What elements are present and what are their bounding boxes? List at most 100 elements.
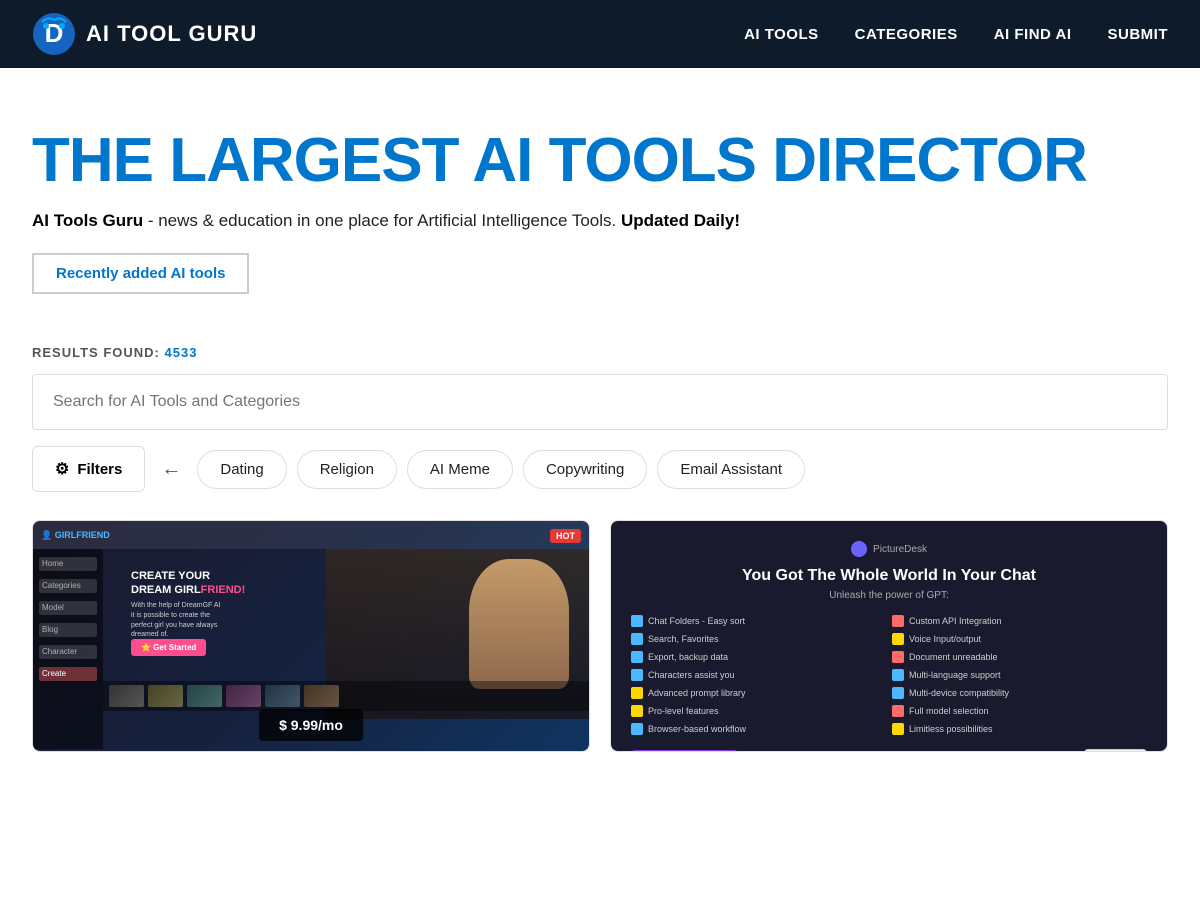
feat-5: Export, backup data: [631, 651, 886, 663]
card2-bottom: Start Now → Free: [631, 749, 1147, 751]
card2-features: Chat Folders - Easy sort Custom API Inte…: [631, 615, 1147, 735]
feat-3: Search, Favorites: [631, 633, 886, 645]
search-input[interactable]: [33, 375, 1167, 429]
feat-icon-10: [892, 687, 904, 699]
feat-7: Characters assist you: [631, 669, 886, 681]
card1-price-badge: $ 9.99/mo: [259, 709, 363, 741]
card1-hot-badge: HOT: [550, 529, 581, 543]
tool-card-2[interactable]: PictureDesk You Got The Whole World In Y…: [610, 520, 1168, 752]
card1-logo-tag: 👤 GIRLFRIEND: [41, 530, 110, 541]
search-bar-container: [32, 374, 1168, 430]
feat-9: Advanced prompt library: [631, 687, 886, 699]
feat-label-9: Advanced prompt library: [648, 688, 746, 698]
card1-mockup: 👤 GIRLFRIEND Home Categories Model Blog …: [33, 521, 589, 751]
card2-title: You Got The Whole World In Your Chat: [631, 567, 1147, 585]
thumb-4: [226, 685, 261, 707]
nav-links: AI TOOLS CATEGORIES AI FIND AI SUBMIT: [744, 26, 1168, 43]
feat-label-13: Browser-based workflow: [648, 724, 746, 734]
feat-icon-13: [631, 723, 643, 735]
results-section: RESULTS FOUND: 4533: [0, 324, 1200, 362]
feat-4: Voice Input/output: [892, 633, 1147, 645]
feat-label-8: Multi-language support: [909, 670, 1001, 680]
feat-label-12: Full model selection: [909, 706, 989, 716]
logo-icon: D: [32, 12, 76, 56]
feat-label-3: Search, Favorites: [648, 634, 719, 644]
feat-13: Browser-based workflow: [631, 723, 886, 735]
card2-brand-text: PictureDesk: [873, 544, 927, 555]
feat-label-11: Pro-level features: [648, 706, 719, 716]
card1-screenshot: 👤 GIRLFRIEND Home Categories Model Blog …: [33, 521, 589, 751]
feat-label-1: Chat Folders - Easy sort: [648, 616, 745, 626]
feat-10: Multi-device compatibility: [892, 687, 1147, 699]
card2-mockup: PictureDesk You Got The Whole World In Y…: [611, 521, 1167, 751]
filter-label: Filters: [77, 461, 122, 478]
nav-categories[interactable]: CATEGORIES: [855, 26, 958, 43]
feat-icon-5: [631, 651, 643, 663]
nav-ai-find-ai[interactable]: AI FIND AI: [994, 26, 1072, 43]
feat-icon-12: [892, 705, 904, 717]
thumb-3: [187, 685, 222, 707]
thumb-5: [265, 685, 300, 707]
category-copywriting[interactable]: Copywriting: [523, 450, 647, 489]
sidebar-categories: Categories: [39, 579, 97, 593]
start-now-button[interactable]: Start Now →: [631, 750, 738, 751]
feat-label-4: Voice Input/output: [909, 634, 981, 644]
feat-label-5: Export, backup data: [648, 652, 728, 662]
feat-label-14: Limitless possibilities: [909, 724, 993, 734]
feat-6: Document unreadable: [892, 651, 1147, 663]
card1-woman: [469, 559, 569, 689]
feat-1: Chat Folders - Easy sort: [631, 615, 886, 627]
feat-label-10: Multi-device compatibility: [909, 688, 1009, 698]
category-email-assistant[interactable]: Email Assistant: [657, 450, 805, 489]
thumb-1: [109, 685, 144, 707]
card1-line1: CREATE YOUR: [131, 569, 245, 583]
feat-12: Full model selection: [892, 705, 1147, 717]
feat-2: Custom API Integration: [892, 615, 1147, 627]
prev-category-button[interactable]: ←: [155, 450, 187, 489]
navbar: D AI TOOL GURU AI TOOLS CATEGORIES AI FI…: [0, 0, 1200, 68]
logo-text: AI TOOL GURU: [86, 21, 257, 47]
hero-brand: AI Tools Guru: [32, 211, 143, 230]
nav-submit[interactable]: SUBMIT: [1108, 26, 1169, 43]
thumb-6: [304, 685, 339, 707]
hero-subtitle: AI Tools Guru - news & education in one …: [32, 211, 1168, 231]
sidebar-blog: Blog: [39, 623, 97, 637]
card1-topbar: 👤 GIRLFRIEND: [33, 521, 589, 549]
card2-subtitle: Unleash the power of GPT:: [631, 590, 1147, 601]
sidebar-model: Model: [39, 601, 97, 615]
tool-card-1[interactable]: 👤 GIRLFRIEND Home Categories Model Blog …: [32, 520, 590, 752]
logo-link[interactable]: D AI TOOL GURU: [32, 12, 257, 56]
hero-section: THE LARGEST AI TOOLS DIRECTOR AI Tools G…: [0, 68, 1200, 324]
nav-ai-tools[interactable]: AI TOOLS: [744, 26, 819, 43]
card2-topbar: PictureDesk: [631, 541, 1147, 557]
card1-line2: DREAM GIRLFRIEND!: [131, 583, 245, 597]
feat-icon-1: [631, 615, 643, 627]
card1-bottom-bar: [103, 681, 589, 711]
feat-icon-14: [892, 723, 904, 735]
sidebar-create-btn: Create: [39, 667, 97, 681]
feat-icon-8: [892, 669, 904, 681]
category-ai-meme[interactable]: AI Meme: [407, 450, 513, 489]
category-religion[interactable]: Religion: [297, 450, 397, 489]
filter-icon: ⚙: [55, 459, 69, 479]
svg-text:D: D: [45, 18, 64, 48]
feat-icon-4: [892, 633, 904, 645]
recently-added-button[interactable]: Recently added AI tools: [32, 253, 249, 294]
card1-cta: ⭐ Get Started: [131, 639, 206, 656]
hero-desc: - news & education in one place for Arti…: [143, 211, 621, 230]
results-label: RESULTS FOUND: 4533: [32, 345, 197, 360]
feat-label-6: Document unreadable: [909, 652, 998, 662]
filters-button[interactable]: ⚙ Filters: [32, 446, 145, 492]
feat-icon-7: [631, 669, 643, 681]
card2-screenshot: PictureDesk You Got The Whole World In Y…: [611, 521, 1167, 751]
card1-subtext: With the help of DreamGF AI it is possib…: [131, 601, 221, 640]
free-badge: Free: [1084, 749, 1147, 751]
filter-row: ⚙ Filters ← Dating Religion AI Meme Copy…: [32, 446, 1168, 492]
feat-label-7: Characters assist you: [648, 670, 735, 680]
category-dating[interactable]: Dating: [197, 450, 286, 489]
results-count: 4533: [165, 345, 198, 360]
tools-grid: 👤 GIRLFRIEND Home Categories Model Blog …: [32, 520, 1168, 752]
sidebar-home: Home: [39, 557, 97, 571]
card1-sidebar: Home Categories Model Blog Character Cre…: [33, 549, 103, 749]
thumb-2: [148, 685, 183, 707]
